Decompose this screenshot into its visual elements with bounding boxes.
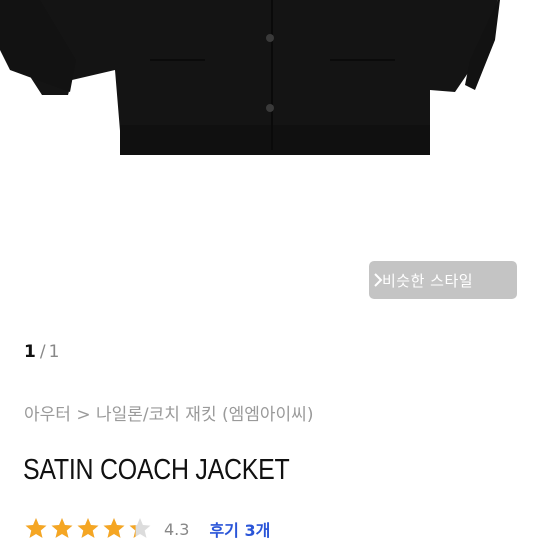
breadcrumb[interactable]: 아우터 > 나일론/코치 재킷 (엠엠아이씨) [24,400,313,425]
similar-style-button[interactable]: 비슷한 스타일 [369,261,517,299]
star-filled-icon [103,518,125,538]
image-pager: 1/1 [24,342,59,362]
star-filled-icon [77,518,99,538]
rating-value: 4.3 [164,519,190,539]
product-title: SATIN COACH JACKET [23,454,290,486]
pager-current: 1 [24,342,36,362]
star-filled-icon [25,518,47,538]
chevron-right-icon [374,273,383,287]
rating-row: 4.3 후기 3개 [24,514,270,540]
pager-total: 1 [48,342,60,362]
star-filled-icon [51,518,73,538]
review-count-link[interactable]: 후기 3개 [209,517,270,540]
product-image[interactable]: 비슷한 스타일 [0,0,540,312]
similar-style-label: 비슷한 스타일 [382,271,474,290]
star-rating [24,517,152,540]
stars-icon [25,518,151,538]
pager-separator: / [39,342,46,362]
